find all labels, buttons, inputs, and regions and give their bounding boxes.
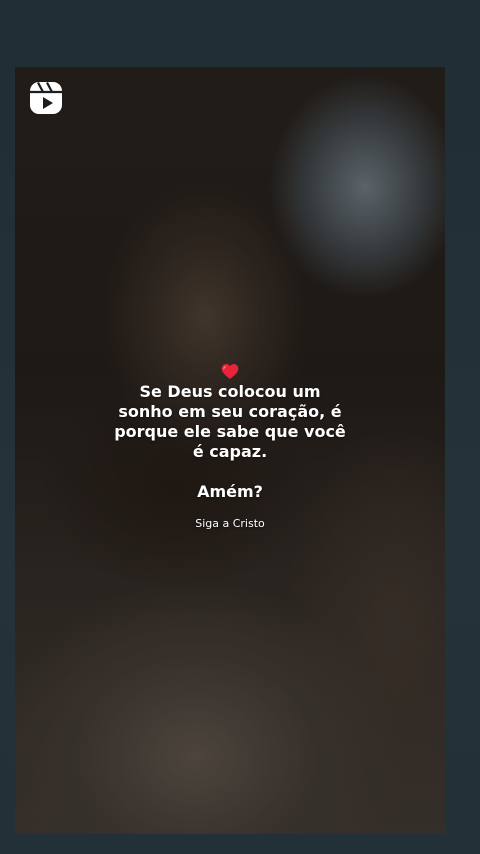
- caption-closing: Amém?: [197, 482, 263, 501]
- reel-caption: Se Deus colocou um sonho em seu coração,…: [15, 363, 445, 531]
- story-screen: Se Deus colocou um sonho em seu coração,…: [0, 0, 480, 854]
- caption-credit: Siga a Cristo: [195, 517, 265, 530]
- caption-line-4: é capaz.: [192, 442, 268, 461]
- red-heart-icon: [221, 364, 239, 379]
- reels-icon[interactable]: [28, 80, 64, 116]
- caption-line-3: porque ele sabe que você: [114, 422, 346, 441]
- caption-line-2: sonho em seu coração, é: [118, 402, 342, 421]
- reel-video-card[interactable]: Se Deus colocou um sonho em seu coração,…: [15, 67, 445, 834]
- caption-line-1: Se Deus colocou um: [139, 382, 321, 401]
